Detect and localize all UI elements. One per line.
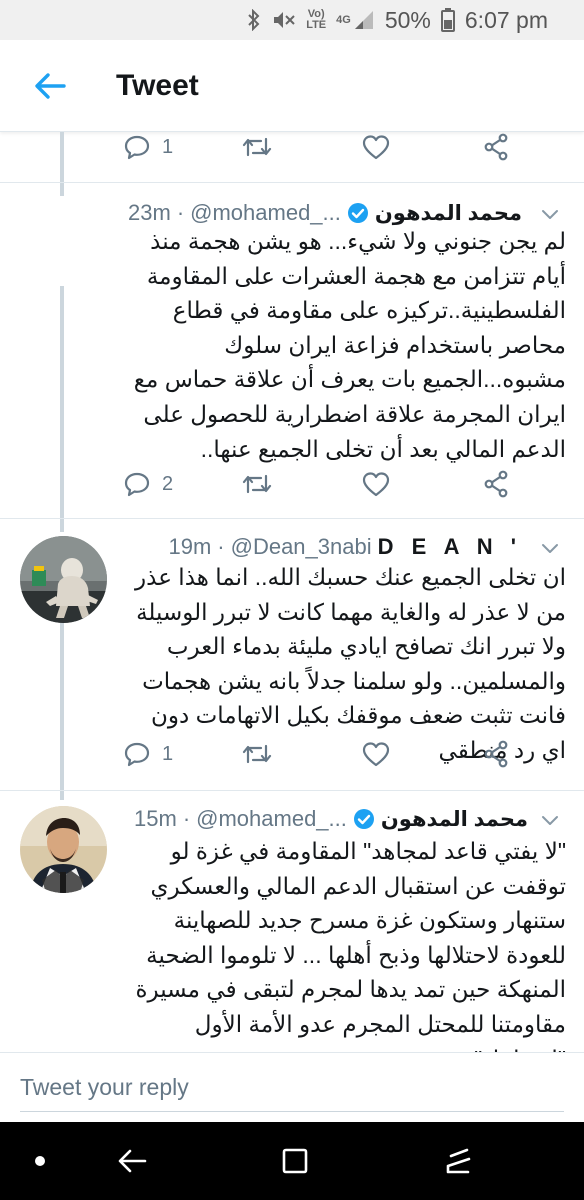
chevron-down-icon [542,210,558,219]
separator-dot: · [176,200,185,225]
tweet-header: D E A N ' @Dean_3nabi · 19m [168,530,522,564]
bluetooth-icon [246,9,262,31]
like-button[interactable] [362,471,390,497]
recents-icon [446,1148,471,1174]
reply-icon [124,472,150,497]
reply-count: 1 [162,742,174,765]
tweet-time[interactable]: 15m [134,806,177,832]
thread-content: محمد المدهون @mohamed_... · 23m لم يجن ج… [0,132,584,1052]
nav-back-button[interactable] [92,1122,172,1200]
system-nav-bar [0,1122,584,1200]
chevron-down-icon [542,816,558,825]
tweet-time[interactable]: 19m [168,534,211,560]
nav-dot-button[interactable] [0,1122,80,1200]
author-handle[interactable]: @mohamed_... [190,200,341,226]
retweet-button[interactable] [242,472,272,496]
heart-icon [362,742,390,767]
share-icon [484,740,508,768]
retweet-icon [242,744,272,764]
tweet-actions: 1 [124,734,524,774]
signal-icon: 4G [336,9,375,31]
like-button[interactable] [362,741,390,767]
battery-icon [440,8,455,32]
verified-icon [353,809,374,829]
lte-label: LTE [306,19,327,31]
author-name[interactable]: محمد المدهون [381,807,528,832]
network-label: 4G [336,13,351,26]
tweet-actions: 2 [124,464,524,504]
chevron-down-icon [542,544,558,553]
reply-bar: Tweet your reply [0,1052,584,1122]
clock: 6:07 pm [464,6,548,33]
volte-indicator: Vo) LTE [306,9,326,31]
author-handle[interactable]: @mohamed_... [196,806,347,832]
author-name[interactable]: D E A N ' [378,534,522,560]
tweet-menu-button[interactable] [540,204,560,224]
reply-button[interactable]: 1 [124,741,173,767]
share-button[interactable] [482,470,510,498]
back-button[interactable] [0,40,100,132]
retweet-icon [242,474,272,494]
divider [0,790,584,791]
dot-icon [35,1156,45,1166]
tweet-text: "لا يفتي قاعد لمجاهد" المقاومة في غزة لو… [135,838,566,1052]
divider [0,518,584,519]
share-button[interactable] [482,740,510,768]
tweet-menu-button[interactable] [540,538,560,558]
separator-dot: · [217,534,225,559]
back-arrow-icon [35,72,66,99]
reply-button[interactable]: 2 [124,471,173,497]
avatar[interactable] [20,536,107,623]
app-header: Tweet [0,40,584,132]
tweet-time[interactable]: 23m [128,200,171,226]
reply-input-underline [20,1111,564,1112]
mute-icon [272,9,296,31]
status-bar: Vo) LTE 4G 50% 6:07 pm [0,0,584,40]
back-icon [118,1149,147,1173]
heart-icon [362,472,390,497]
verified-icon [347,203,368,223]
share-icon [484,470,508,498]
tweet-menu-button[interactable] [540,810,560,830]
battery-percent: 50% [384,6,431,33]
tweet-header: محمد المدهون @mohamed_... · 15m [134,802,528,836]
nav-recents-button[interactable] [418,1122,498,1200]
home-icon [282,1148,308,1174]
author-handle[interactable]: @Dean_3nabi [231,534,372,560]
avatar[interactable] [20,806,107,893]
retweet-button[interactable] [242,742,272,766]
reply-input[interactable]: Tweet your reply [20,1067,560,1107]
nav-home-button[interactable] [255,1122,335,1200]
reply-icon [124,742,150,767]
reply-count: 2 [162,472,174,495]
author-name[interactable]: محمد المدهون [375,201,522,226]
page-title: Tweet [116,68,199,102]
tweet-text: لم يجن جنوني ولا شيء... هو يشن هجمة منذ … [133,228,566,462]
separator-dot: · [182,806,191,831]
